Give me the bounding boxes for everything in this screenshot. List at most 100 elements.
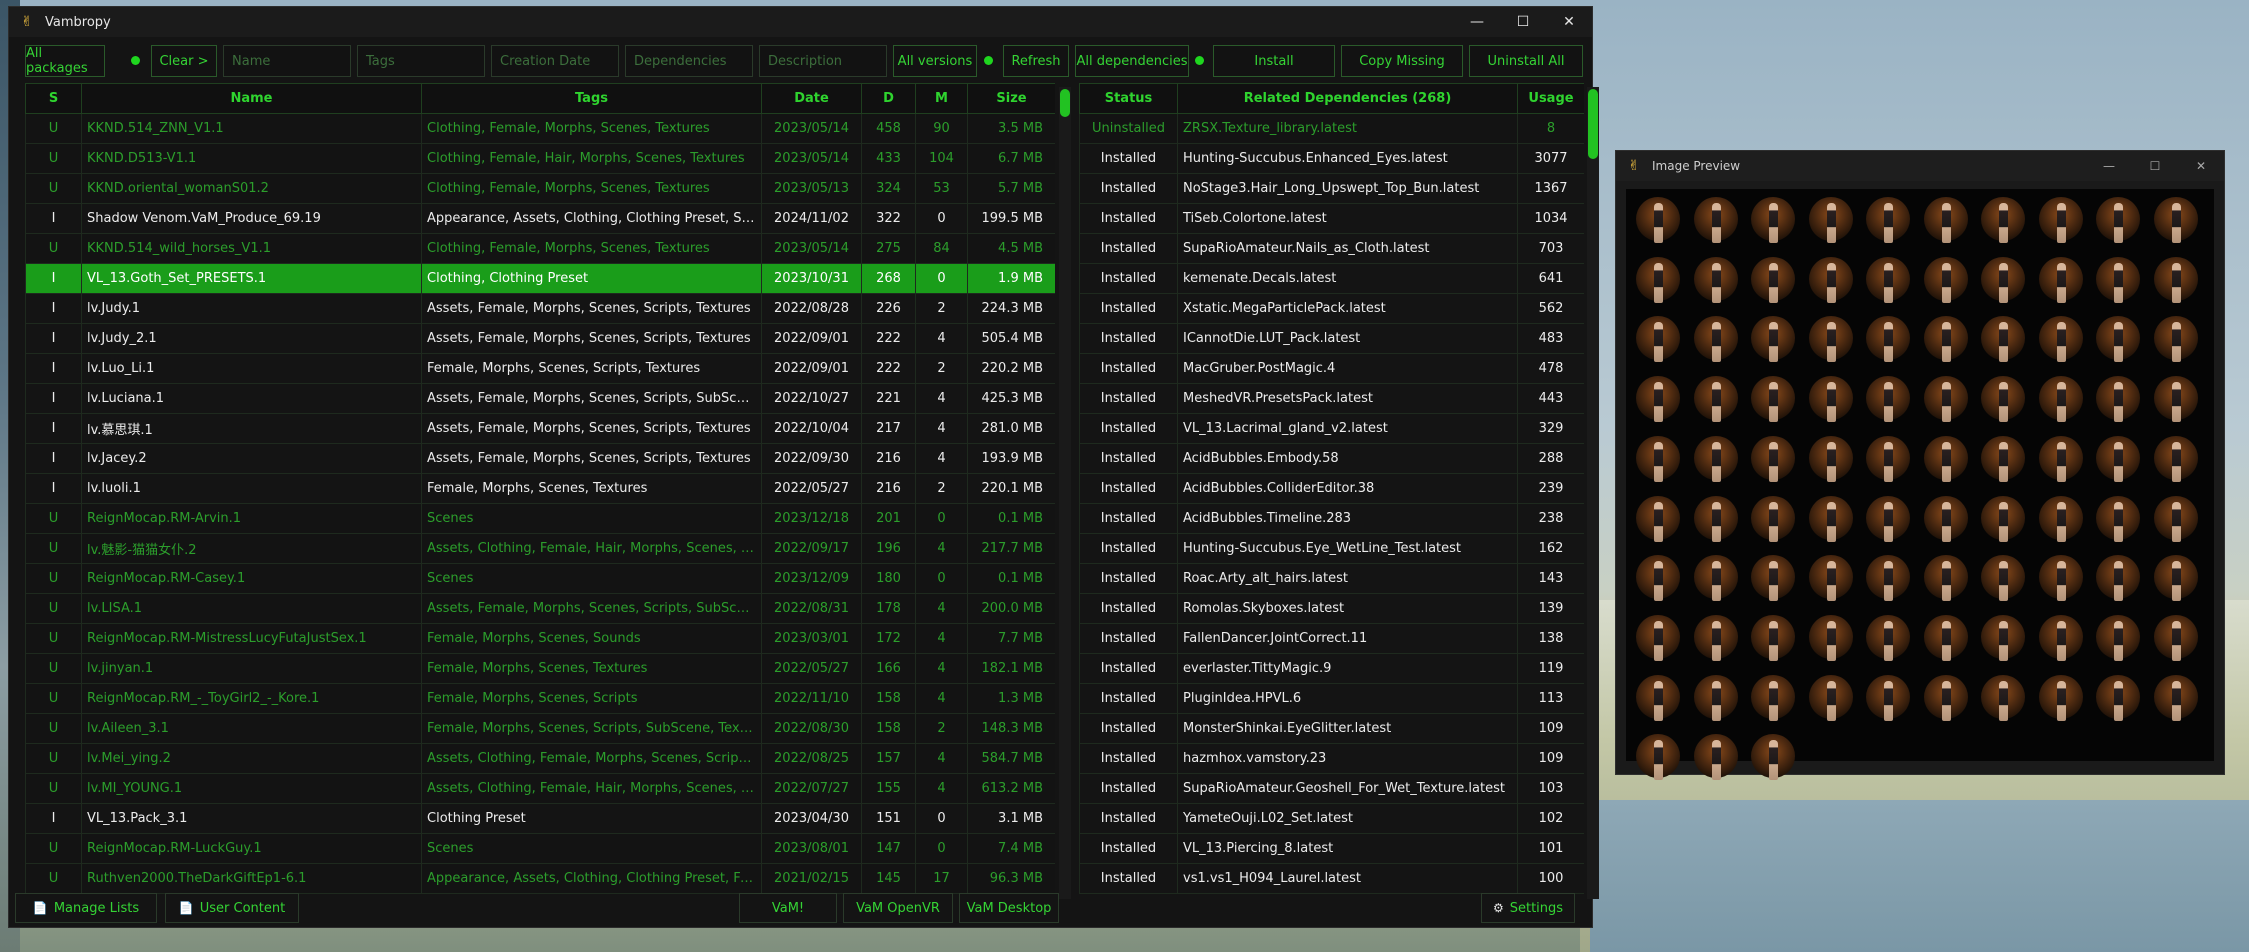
dependencies-filter-input[interactable]: Dependencies [625,45,753,77]
preview-thumbnail[interactable] [1749,732,1797,784]
preview-thumbnail[interactable] [1864,434,1912,486]
preview-thumbnail[interactable] [1692,434,1740,486]
table-row[interactable]: Installed MeshedVR.PresetsPack.latest 443 [1079,383,1584,414]
table-row[interactable]: Installed MonsterShinkai.EyeGlitter.lates… [1079,713,1584,744]
packages-scroll-thumb[interactable] [1060,89,1070,117]
preview-thumbnail[interactable] [1749,494,1797,546]
preview-thumbnail[interactable] [1922,613,1970,665]
table-row[interactable]: Installed NoStage3.Hair_Long_Upswept_Top_… [1079,173,1584,204]
preview-thumbnail[interactable] [1979,314,2027,366]
preview-thumbnail[interactable] [1634,255,1682,307]
table-row[interactable]: U ReignMocap.RM-LuckGuy.1 Scenes 2023/08/01… [25,833,1055,864]
description-filter-input[interactable]: Description [759,45,887,77]
preview-thumbnail[interactable] [1807,613,1855,665]
preview-thumbnail[interactable] [2094,374,2142,426]
table-row[interactable]: Installed ICannotDie.LUT_Pack.latest 483 [1079,323,1584,354]
preview-thumbnail[interactable] [1749,673,1797,725]
preview-thumbnail[interactable] [1634,434,1682,486]
table-row[interactable]: Uninstalled ZRSX.Texture_library.latest 8 [1079,113,1584,144]
preview-thumbnail[interactable] [2094,434,2142,486]
vam-launch-button[interactable]: VaM! [739,893,837,923]
preview-thumbnail[interactable] [1692,195,1740,247]
preview-thumbnail[interactable] [2152,314,2200,366]
preview-thumbnail[interactable] [1634,613,1682,665]
table-row[interactable]: I VL_13.Goth_Set_PRESETS.1 Clothing, Cloth… [25,263,1055,294]
table-row[interactable]: Installed MacGruber.PostMagic.4 478 [1079,353,1584,384]
table-row[interactable]: Ilv.Luciana.1 Assets, Female, Morphs, Sce… [25,383,1055,414]
table-row[interactable]: Ilv.Jacey.2 Assets, Female, Morphs, Scene… [25,443,1055,474]
preview-thumbnail[interactable] [1979,673,2027,725]
dependencies-scroll-thumb[interactable] [1588,89,1598,159]
preview-thumbnail[interactable] [1864,374,1912,426]
preview-thumbnail[interactable] [1979,434,2027,486]
preview-thumbnail[interactable] [2094,673,2142,725]
packages-header-5[interactable]: M [915,83,968,114]
preview-thumbnail[interactable] [2152,434,2200,486]
preview-thumbnail[interactable] [1634,195,1682,247]
preview-thumbnail[interactable] [2152,673,2200,725]
table-row[interactable]: U KKND.D513-V1.1 Clothing, Female, Hair, M… [25,143,1055,174]
preview-thumbnail[interactable] [1807,195,1855,247]
preview-thumbnail[interactable] [1749,613,1797,665]
preview-thumbnail[interactable] [1922,673,1970,725]
user-content-button[interactable]: 📄 User Content [165,893,299,923]
preview-thumbnail[interactable] [2094,494,2142,546]
table-row[interactable]: U KKND.oriental_womanS01.2 Clothing, Femal… [25,173,1055,204]
packages-header-1[interactable]: Name [81,83,422,114]
preview-thumbnail[interactable] [1692,673,1740,725]
dependencies-header-0[interactable]: Status [1079,83,1178,114]
preview-thumbnail[interactable] [2094,255,2142,307]
preview-thumbnail[interactable] [2152,553,2200,605]
table-row[interactable]: U ReignMocap.RM-Casey.1 Scenes 2023/12/09 18… [25,563,1055,594]
preview-thumbnail[interactable] [1634,494,1682,546]
preview-thumbnail[interactable] [1979,195,2027,247]
dependencies-header-2[interactable]: Usage [1517,83,1584,114]
packages-scrollbar[interactable] [1059,87,1071,899]
preview-thumbnail[interactable] [1692,553,1740,605]
preview-thumbnail[interactable] [2037,374,2085,426]
preview-thumbnail[interactable] [1749,314,1797,366]
preview-thumbnail[interactable] [1807,255,1855,307]
preview-thumbnail[interactable] [1692,314,1740,366]
creation-date-filter-input[interactable]: Creation Date [491,45,619,77]
table-row[interactable]: U ReignMocap.RM_-_ToyGirl2_-_Kore.1 Female… [25,683,1055,714]
preview-thumbnail[interactable] [1749,195,1797,247]
preview-thumbnail[interactable] [1634,673,1682,725]
table-row[interactable]: Ulv.魅影-猫猫女仆.2 Assets, Clothing, Female, H… [25,533,1055,564]
table-row[interactable]: I VL_13.Pack_3.1 Clothing Preset 2023/04/30… [25,803,1055,834]
preview-thumbnail[interactable] [1922,553,1970,605]
table-row[interactable]: Ilv.Judy_2.1 Assets, Female, Morphs, Scen… [25,323,1055,354]
preview-thumbnail[interactable] [2152,374,2200,426]
table-row[interactable]: I Shadow Venom.VaM_Produce_69.19 Appearanc… [25,203,1055,234]
preview-thumbnail[interactable] [1979,553,2027,605]
all-dependencies-select[interactable]: All dependencies [1075,45,1189,77]
preview-thumbnail[interactable] [1692,494,1740,546]
preview-thumbnail[interactable] [1634,314,1682,366]
preview-thumbnail[interactable] [1692,255,1740,307]
table-row[interactable]: Ulv.LISA.1 Assets, Female, Morphs, Scenes… [25,593,1055,624]
packages-header-6[interactable]: Size [967,83,1055,114]
table-row[interactable]: U KKND.514_ZNN_V1.1 Clothing, Female, Morp… [25,113,1055,144]
preview-thumbnail[interactable] [1692,732,1740,784]
preview-thumbnail[interactable] [2094,553,2142,605]
preview-thumbnail[interactable] [2037,494,2085,546]
table-row[interactable]: Ilv.Judy.1 Assets, Female, Morphs, Scenes… [25,293,1055,324]
table-row[interactable]: Installed AcidBubbles.Timeline.283 238 [1079,503,1584,534]
preview-thumbnail[interactable] [1807,553,1855,605]
preview-thumbnail[interactable] [1807,374,1855,426]
preview-thumbnail[interactable] [1922,195,1970,247]
table-row[interactable]: U ReignMocap.RM-Arvin.1 Scenes 2023/12/18 20… [25,503,1055,534]
preview-thumbnail[interactable] [2094,613,2142,665]
table-row[interactable]: U KKND.514_wild_horses_V1.1 Clothing, Fema… [25,233,1055,264]
preview-thumbnail[interactable] [2037,434,2085,486]
table-row[interactable]: Installed Hunting-Succubus.Enhanced_Eyes.… [1079,143,1584,174]
preview-thumbnail[interactable] [1807,494,1855,546]
preview-thumbnail[interactable] [1634,553,1682,605]
packages-header-0[interactable]: S [25,83,82,114]
all-versions-select[interactable]: All versions [893,45,977,77]
preview-thumbnail[interactable] [1979,255,2027,307]
table-row[interactable]: Installed FallenDancer.JointCorrect.11 138 [1079,623,1584,654]
table-row[interactable]: Ilv.Luo_Li.1 Female, Morphs, Scenes, Scri… [25,353,1055,384]
refresh-button[interactable]: Refresh [1003,45,1069,77]
preview-thumbnail[interactable] [1979,494,2027,546]
